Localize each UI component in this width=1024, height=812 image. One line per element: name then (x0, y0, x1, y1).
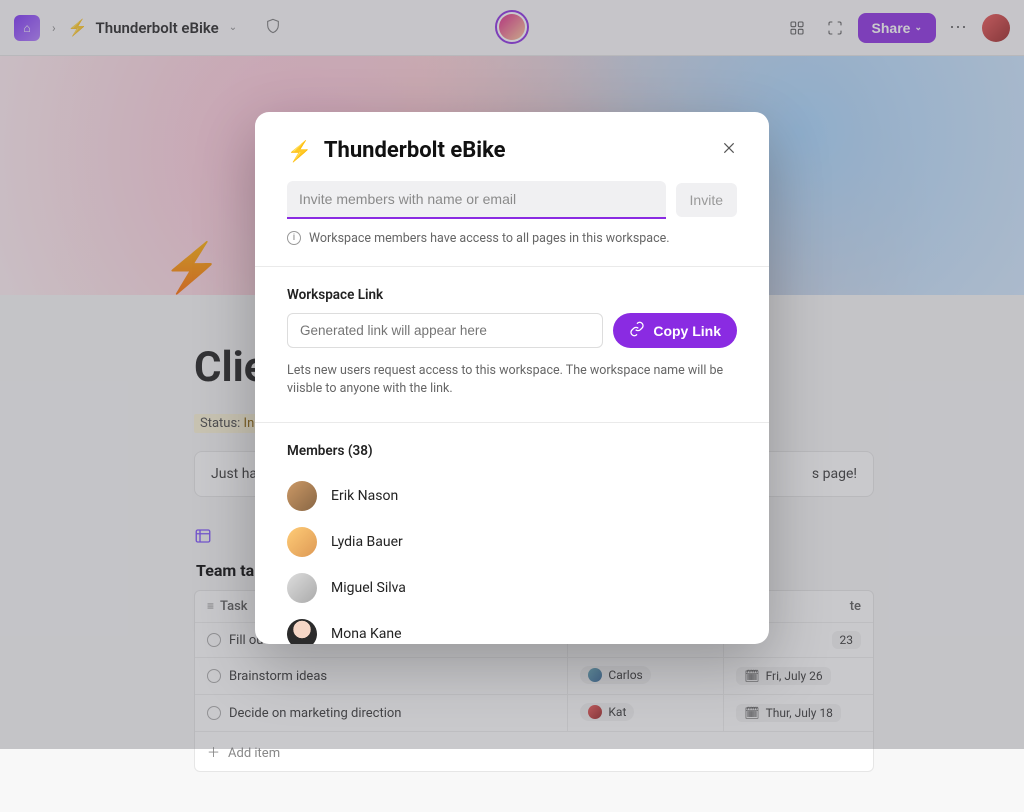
avatar (287, 481, 317, 511)
members-heading: Members (38) (287, 443, 737, 459)
invite-button[interactable]: Invite (676, 183, 737, 217)
member-row[interactable]: Mona Kane (287, 611, 737, 644)
workspace-link-input[interactable] (287, 313, 603, 348)
member-name: Lydia Bauer (331, 534, 403, 550)
copy-link-button[interactable]: Copy Link (613, 313, 737, 348)
invite-hint: Workspace members have access to all pag… (309, 231, 670, 246)
avatar (287, 573, 317, 603)
member-row[interactable]: Erik Nason (287, 473, 737, 519)
member-name: Erik Nason (331, 488, 398, 504)
member-name: Mona Kane (331, 626, 402, 642)
avatar (287, 527, 317, 557)
invite-input[interactable] (287, 181, 666, 219)
info-icon: i (287, 231, 301, 245)
close-icon[interactable] (721, 140, 737, 161)
share-modal: ⚡ Thunderbolt eBike Invite i Workspace m… (255, 112, 769, 644)
workspace-link-label: Workspace Link (287, 287, 737, 303)
bolt-icon: ⚡ (287, 139, 312, 163)
avatar (287, 619, 317, 644)
member-name: Miguel Silva (331, 580, 406, 596)
member-row[interactable]: Miguel Silva (287, 565, 737, 611)
member-row[interactable]: Lydia Bauer (287, 519, 737, 565)
link-icon (629, 321, 645, 340)
workspace-link-description: Lets new users request access to this wo… (287, 362, 737, 398)
modal-title: Thunderbolt eBike (324, 138, 709, 163)
